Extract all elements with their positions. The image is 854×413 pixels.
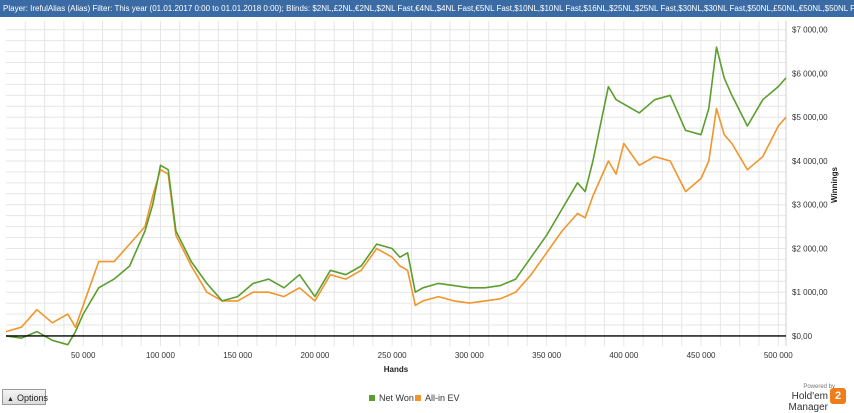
y-tick-label: $6 000,00 [792, 69, 828, 78]
legend-item-all-in-ev[interactable]: All-in EV [415, 392, 460, 404]
chart-axes: 50 000 100 000 150 000 200 000 250 000 300 00… [6, 26, 828, 360]
options-button[interactable]: ▲ Options [2, 389, 48, 405]
y-tick-label: $0,00 [792, 332, 813, 341]
y-tick-label: $1 000,00 [792, 288, 828, 297]
y-axis-label: Winnings [830, 166, 839, 202]
x-tick-label: 500 000 [764, 351, 793, 360]
y-tick-label: $3 000,00 [792, 201, 828, 210]
x-tick-label: 100 000 [146, 351, 175, 360]
winnings-chart: 50 000 100 000 150 000 200 000 250 000 300 00… [5, 21, 839, 374]
legend-item-net-won[interactable]: Net Won [369, 392, 414, 404]
legend-label-net-won: Net Won [379, 393, 414, 403]
x-tick-label: 200 000 [300, 351, 329, 360]
series-line-net-won [5, 46, 787, 346]
legend-swatch-net-won [369, 394, 375, 401]
x-tick-label: 250 000 [378, 351, 407, 360]
x-tick-label: 150 000 [223, 351, 252, 360]
x-tick-label: 400 000 [609, 351, 638, 360]
x-axis-label: Hands [384, 365, 409, 374]
triangle-up-icon: ▲ [7, 396, 14, 403]
x-tick-label: 300 000 [455, 351, 484, 360]
y-tick-label: $4 000,00 [792, 157, 828, 166]
y-tick-label: $7 000,00 [792, 26, 828, 35]
x-tick-label: 50 000 [71, 351, 96, 360]
options-label: Options [16, 393, 48, 403]
legend-swatch-all-in-ev [415, 394, 421, 401]
x-tick-label: 350 000 [532, 351, 561, 360]
filter-bar: Player: IrefulAlias (Alias) Filter: This… [0, 0, 854, 17]
brand-logo-icon: 2 [830, 388, 846, 404]
legend-label-all-in-ev: All-in EV [425, 393, 460, 403]
brand-name: Hold'em Manager [788, 391, 828, 413]
powered-by-text: Powered by [803, 384, 835, 390]
chart-grid [6, 21, 787, 346]
x-tick-label: 450 000 [687, 351, 716, 360]
y-tick-label: $2 000,00 [792, 244, 828, 253]
y-tick-label: $5 000,00 [792, 113, 828, 122]
chart-series [5, 46, 787, 346]
series-line-all-in-ev [5, 107, 787, 333]
